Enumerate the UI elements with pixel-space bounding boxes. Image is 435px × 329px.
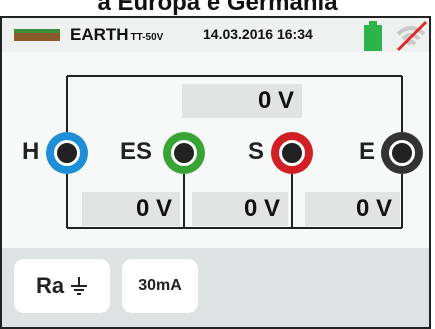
ra-label: Ra: [35, 273, 65, 298]
current-label: 30mA: [138, 277, 182, 294]
jack-h: [46, 132, 88, 174]
status-bar: EARTH TT-50V 14.03.2016 16:34: [2, 18, 429, 52]
voltage-value: 0: [243, 195, 258, 222]
current-30ma-button[interactable]: 30mA: [122, 259, 198, 313]
datetime: 14.03.2016 16:34: [203, 26, 313, 42]
mode-sublabel: TT-50V: [130, 32, 164, 43]
top-voltage-unit: V: [277, 87, 294, 114]
top-voltage-reading: 0 V: [182, 84, 302, 118]
top-voltage-value: 0: [257, 87, 272, 114]
wifi-disabled-icon: [396, 20, 428, 52]
terminal-label-s: S: [248, 138, 265, 165]
jack-es: [163, 132, 205, 174]
terminal-label-h: H: [22, 138, 40, 165]
terminal-label-es: ES: [120, 138, 153, 165]
mode-label: EARTH: [70, 25, 129, 44]
connection-diagram: 0 V H ES S E 0 V 0 V 0 V: [2, 52, 429, 248]
jack-e: [381, 132, 423, 174]
voltage-unit: V: [375, 195, 392, 222]
earth-mode-icon: [14, 29, 60, 41]
voltage-value: 0: [135, 195, 150, 222]
terminal-label-e: E: [359, 138, 376, 165]
voltage-value: 0: [355, 195, 370, 222]
voltage-reading-es-s: 0 V: [192, 192, 288, 226]
ra-button[interactable]: Ra: [14, 259, 110, 313]
measurement-mode: EARTH TT-50V: [70, 25, 163, 45]
voltage-reading-h-es: 0 V: [82, 192, 180, 226]
battery-icon: [364, 21, 382, 51]
voltage-unit: V: [155, 195, 172, 222]
page-caption: a Europa e Germania: [97, 0, 338, 16]
footer-bar: Ra 30mA: [2, 248, 429, 327]
voltage-unit: V: [263, 195, 280, 222]
earth-ground-icon: [71, 277, 88, 295]
jack-s: [271, 132, 313, 174]
voltage-reading-s-e: 0 V: [305, 192, 400, 226]
